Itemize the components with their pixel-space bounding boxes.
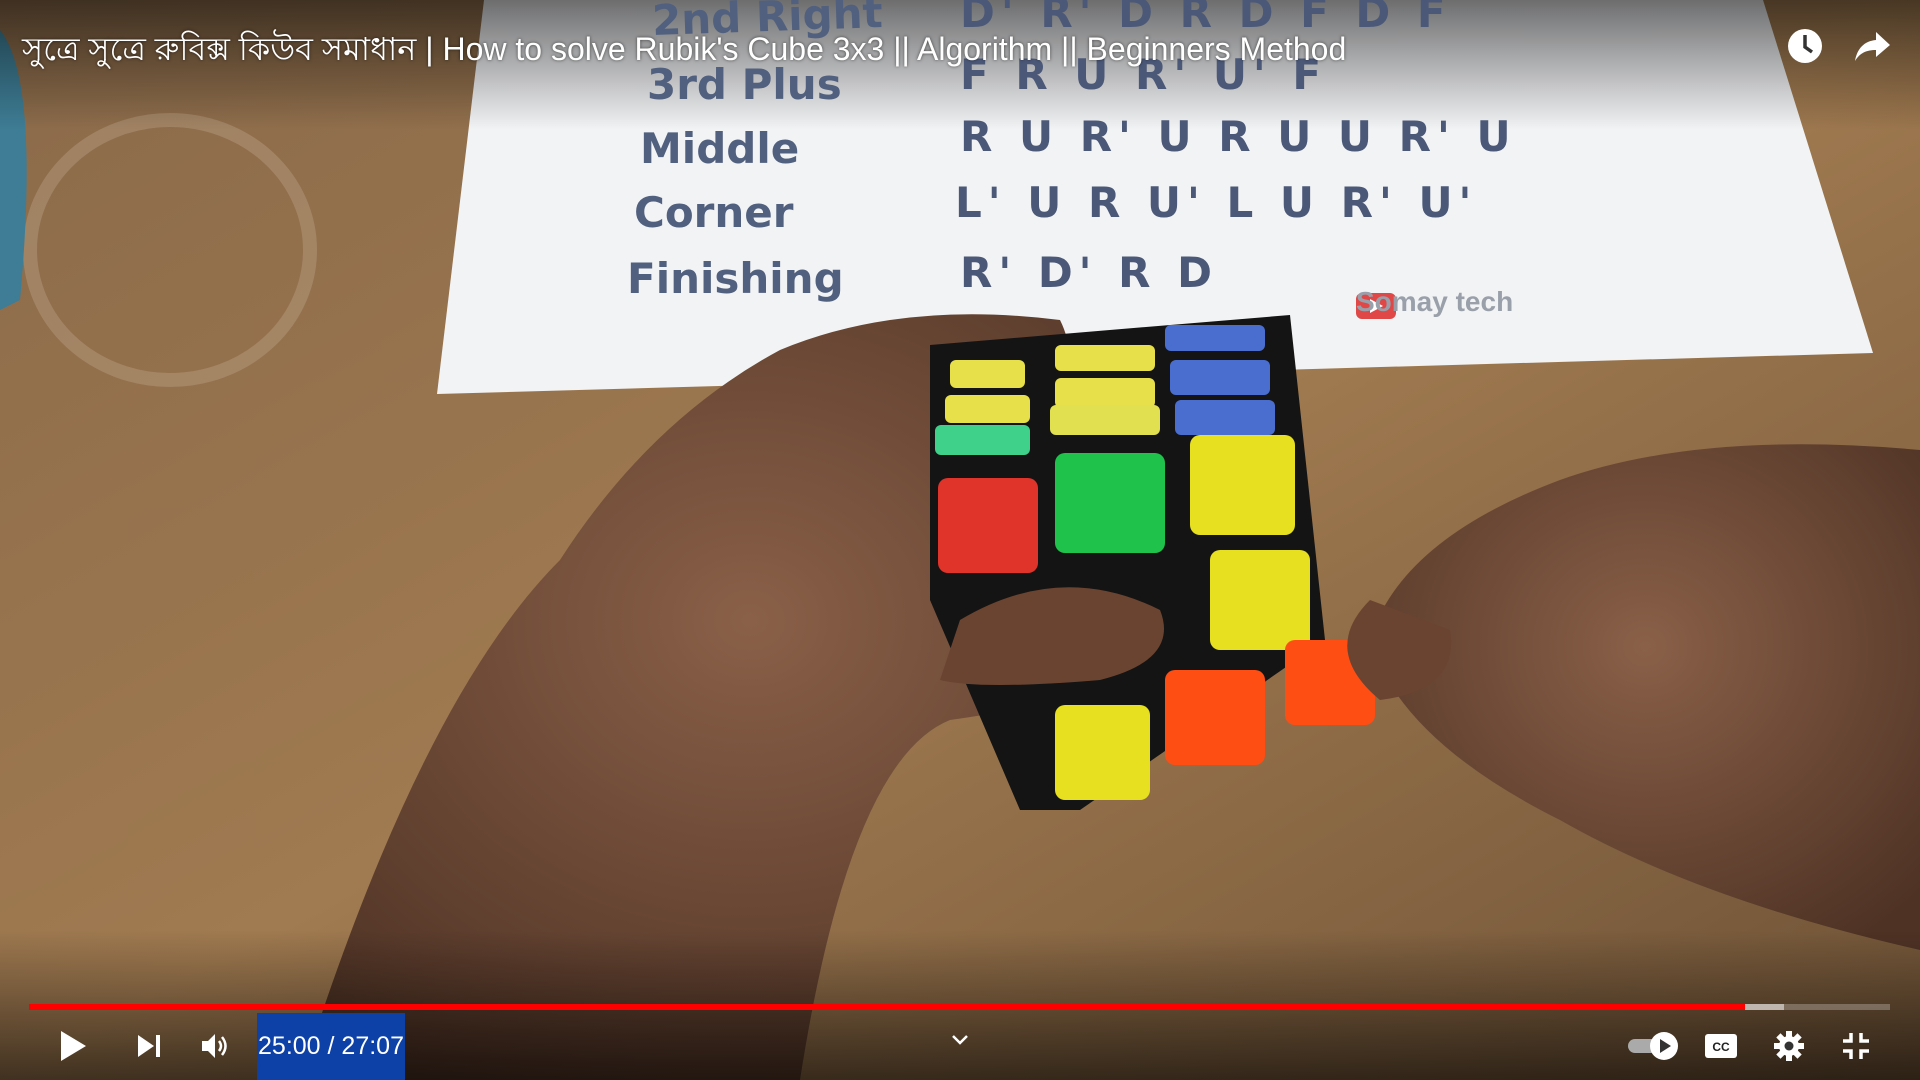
row-label: Finishing <box>627 254 844 303</box>
volume-button[interactable] <box>191 1022 239 1070</box>
row-moves: R U R' U R U U R' U <box>960 112 1517 161</box>
video-title[interactable]: সুত্রে সুত্রে রুবিক্স কিউব সমাধান | How … <box>22 24 1346 78</box>
video-frame[interactable] <box>0 0 1920 1080</box>
played-bar <box>29 1004 1745 1010</box>
time-display: 25:00 / 27:07 <box>257 1013 405 1080</box>
chevron-down-icon <box>952 1035 968 1045</box>
next-button[interactable] <box>125 1022 173 1070</box>
progress-bar[interactable] <box>29 1004 1890 1010</box>
autoplay-toggle[interactable] <box>1626 1022 1682 1070</box>
row-label: Middle <box>640 124 800 173</box>
play-button[interactable] <box>49 1022 97 1070</box>
exit-fullscreen-button[interactable] <box>1832 1022 1880 1070</box>
row-moves: L' U R U' L U R' U' <box>955 178 1478 227</box>
captions-icon: CC <box>1705 1034 1737 1058</box>
exit-fullscreen-icon <box>1843 1033 1869 1059</box>
captions-button[interactable]: CC <box>1697 1022 1745 1070</box>
play-icon <box>61 1031 86 1061</box>
watch-later-icon[interactable] <box>1785 26 1825 66</box>
svg-text:CC: CC <box>1712 1040 1730 1054</box>
settings-button[interactable] <box>1765 1022 1813 1070</box>
settings-icon <box>1774 1031 1804 1061</box>
row-label: Corner <box>634 188 794 237</box>
volume-icon <box>202 1034 227 1058</box>
row-moves: R' D' R D <box>960 248 1218 297</box>
more-videos-chevron[interactable] <box>936 1016 984 1064</box>
share-icon[interactable] <box>1852 26 1892 66</box>
autoplay-toggle-icon <box>1628 1032 1678 1060</box>
next-icon <box>138 1035 160 1057</box>
channel-watermark: Somay tech <box>1356 286 1514 317</box>
